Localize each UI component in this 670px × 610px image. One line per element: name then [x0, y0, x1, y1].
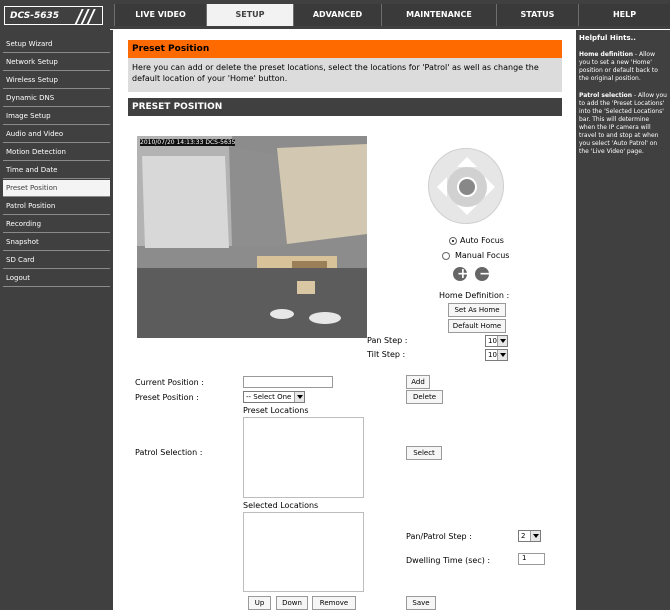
- sidebar-item-network-setup[interactable]: Network Setup: [3, 54, 110, 71]
- manual-focus-radio[interactable]: [442, 252, 450, 260]
- tilt-step-select[interactable]: 10: [485, 349, 508, 361]
- sidebar-item-time-date[interactable]: Time and Date: [3, 162, 110, 179]
- pan-step-select[interactable]: 10: [485, 335, 508, 347]
- settings-sidebar: Setup Wizard Network Setup Wireless Setu…: [0, 30, 113, 610]
- current-position-label: Current Position :: [135, 378, 204, 387]
- tab-help[interactable]: HELP: [578, 4, 670, 26]
- selected-locations-label: Selected Locations: [243, 501, 319, 510]
- move-down-button[interactable]: Down: [276, 596, 308, 610]
- ptz-up-icon[interactable]: [457, 157, 477, 167]
- remove-button[interactable]: Remove: [312, 596, 356, 610]
- sidebar-item-sd-card[interactable]: SD Card: [3, 252, 110, 269]
- default-home-button[interactable]: Default Home: [448, 319, 506, 333]
- camera-preview: 2010/07/20 14:13:33 DCS-5635: [137, 136, 367, 338]
- dwelling-time-input[interactable]: 1: [518, 553, 545, 565]
- chevron-down-icon[interactable]: [497, 336, 507, 346]
- auto-focus-radio[interactable]: [449, 237, 457, 245]
- sidebar-item-dynamic-dns[interactable]: Dynamic DNS: [3, 90, 110, 107]
- home-definition-label: Home Definition :: [439, 291, 510, 300]
- help-home-paragraph: Home definition - Allow you to set a new…: [579, 51, 667, 83]
- sidebar-item-motion-detection[interactable]: Motion Detection: [3, 144, 110, 161]
- pan-step-label: Pan Step :: [367, 336, 408, 345]
- camera-overlay: 2010/07/20 14:13:33 DCS-5635: [140, 139, 236, 146]
- sidebar-item-audio-video[interactable]: Audio and Video: [3, 126, 110, 143]
- delete-button[interactable]: Delete: [406, 390, 443, 404]
- chevron-down-icon[interactable]: [497, 350, 507, 360]
- tab-advanced[interactable]: ADVANCED: [293, 4, 381, 26]
- camera-scene-image: [137, 136, 367, 338]
- move-up-button[interactable]: Up: [248, 596, 271, 610]
- tilt-step-label: Tilt Step :: [367, 350, 406, 359]
- chevron-down-icon[interactable]: [294, 392, 304, 402]
- section-title: PRESET POSITION: [128, 98, 562, 116]
- sidebar-item-logout[interactable]: Logout: [3, 270, 110, 287]
- help-panel: Helpful Hints.. Home definition - Allow …: [576, 30, 670, 610]
- preset-locations-label: Preset Locations: [243, 406, 309, 415]
- product-logo: DCS-5635: [0, 0, 110, 30]
- select-button[interactable]: Select: [406, 446, 442, 460]
- tab-status[interactable]: STATUS: [496, 4, 578, 26]
- zoom-in-label: +: [457, 266, 469, 282]
- pan-step-value: 10: [488, 337, 497, 345]
- set-home-button[interactable]: Set As Home: [448, 303, 506, 317]
- sidebar-item-wireless-setup[interactable]: Wireless Setup: [3, 72, 110, 89]
- sidebar-item-snapshot[interactable]: Snapshot: [3, 234, 110, 251]
- current-position-input[interactable]: [243, 376, 333, 388]
- selected-locations-list[interactable]: [243, 512, 364, 592]
- product-name: DCS-5635: [10, 11, 60, 21]
- preset-position-value: -- Select One --: [246, 393, 299, 401]
- top-navigation: DCS-5635 LIVE VIDEO SETUP ADVANCED MAINT…: [0, 0, 670, 30]
- zoom-out-icon[interactable]: −: [473, 265, 491, 283]
- help-home-title: Home definition: [579, 51, 634, 58]
- page-title: Preset Position: [128, 40, 562, 58]
- zoom-in-icon[interactable]: +: [451, 265, 469, 283]
- preset-locations-list[interactable]: [243, 417, 364, 498]
- pan-patrol-step-label: Pan/Patrol Step :: [406, 532, 472, 541]
- help-title: Helpful Hints..: [579, 34, 636, 42]
- tab-setup[interactable]: SETUP: [206, 4, 293, 26]
- pan-patrol-step-select[interactable]: 2: [518, 530, 541, 542]
- ptz-center: [447, 167, 487, 207]
- pan-patrol-step-value: 2: [521, 532, 526, 540]
- help-patrol-text: - Allow you to add the 'Preset Locations…: [579, 92, 667, 155]
- tilt-step-value: 10: [488, 351, 497, 359]
- patrol-selection-label: Patrol Selection :: [135, 448, 203, 457]
- add-button[interactable]: Add: [406, 375, 430, 389]
- sidebar-item-patrol-position[interactable]: Patrol Position: [3, 198, 110, 215]
- zoom-out-label: −: [479, 266, 491, 282]
- help-patrol-paragraph: Patrol selection - Allow you to add the …: [579, 92, 667, 156]
- help-patrol-title: Patrol selection: [579, 92, 633, 99]
- manual-focus-label: Manual Focus: [455, 251, 510, 260]
- dwelling-time-label: Dwelling Time (sec) :: [406, 556, 491, 565]
- sidebar-item-preset-position[interactable]: Preset Position: [3, 180, 110, 197]
- logo-box: DCS-5635: [4, 6, 103, 25]
- sidebar-item-image-setup[interactable]: Image Setup: [3, 108, 110, 125]
- ptz-control[interactable]: [428, 148, 504, 224]
- save-button[interactable]: Save: [406, 596, 436, 610]
- sidebar-item-setup-wizard[interactable]: Setup Wizard: [3, 36, 110, 53]
- tab-maintenance[interactable]: MAINTENANCE: [381, 4, 496, 26]
- home-icon[interactable]: [457, 177, 477, 197]
- chevron-down-icon[interactable]: [530, 531, 540, 541]
- preset-position-label: Preset Position :: [135, 393, 199, 402]
- ptz-left-icon[interactable]: [437, 177, 447, 197]
- preset-position-select[interactable]: -- Select One --: [243, 391, 305, 403]
- tab-live-video[interactable]: LIVE VIDEO: [114, 4, 206, 26]
- intro-text: Here you can add or delete the preset lo…: [128, 58, 562, 92]
- auto-focus-label: Auto Focus: [460, 236, 504, 245]
- sidebar-item-recording[interactable]: Recording: [3, 216, 110, 233]
- app-root: DCS-5635 LIVE VIDEO SETUP ADVANCED MAINT…: [0, 0, 670, 610]
